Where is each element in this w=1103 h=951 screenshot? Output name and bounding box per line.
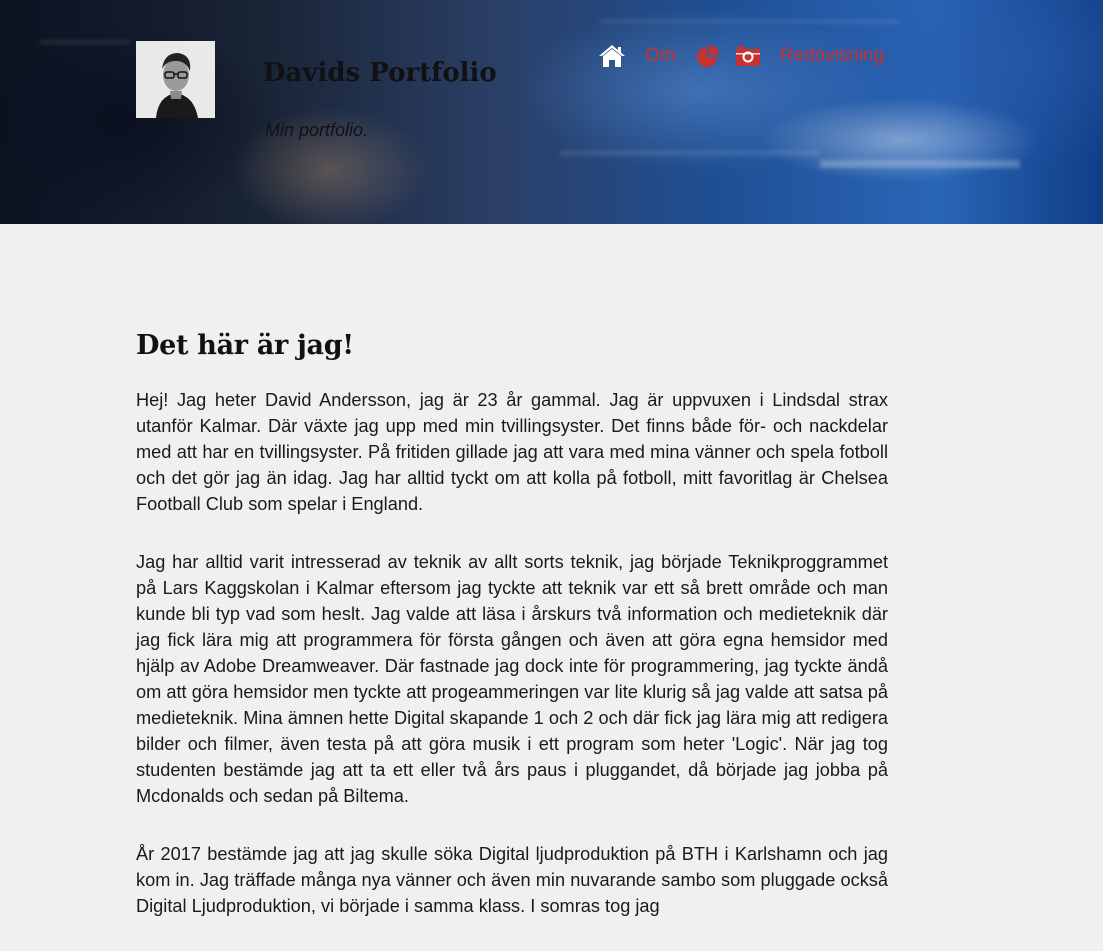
intro-paragraph-3: År 2017 bestämde jag att jag skulle söka… (136, 844, 888, 916)
camera-icon (735, 45, 761, 67)
pie-chart-icon (696, 44, 720, 68)
intro-paragraph-2: Jag har alltid varit intresserad av tekn… (136, 552, 888, 806)
site-subtitle: Min portfolio. (265, 120, 369, 140)
nav-redovisning[interactable]: Redovisning (780, 45, 885, 67)
avatar (136, 41, 215, 118)
nav-om[interactable]: Om (645, 45, 676, 67)
site-title: Davids Portfolio (263, 58, 497, 88)
home-icon (598, 44, 626, 68)
nav-chart[interactable] (696, 44, 720, 68)
main-content: Det här är jag! Hej! Jag heter David And… (136, 330, 888, 951)
intro-paragraph-1: Hej! Jag heter David Andersson, jag är 2… (136, 390, 888, 514)
nav-gallery[interactable] (735, 45, 761, 67)
header-banner: Davids Portfolio Min portfolio. Om Redov… (0, 0, 1103, 224)
main-nav: Om Redovisning (598, 40, 884, 72)
nav-om-label: Om (645, 45, 676, 66)
nav-home[interactable] (598, 44, 626, 68)
nav-redovisning-label: Redovisning (779, 45, 885, 66)
page-heading: Det här är jag! (136, 330, 354, 361)
